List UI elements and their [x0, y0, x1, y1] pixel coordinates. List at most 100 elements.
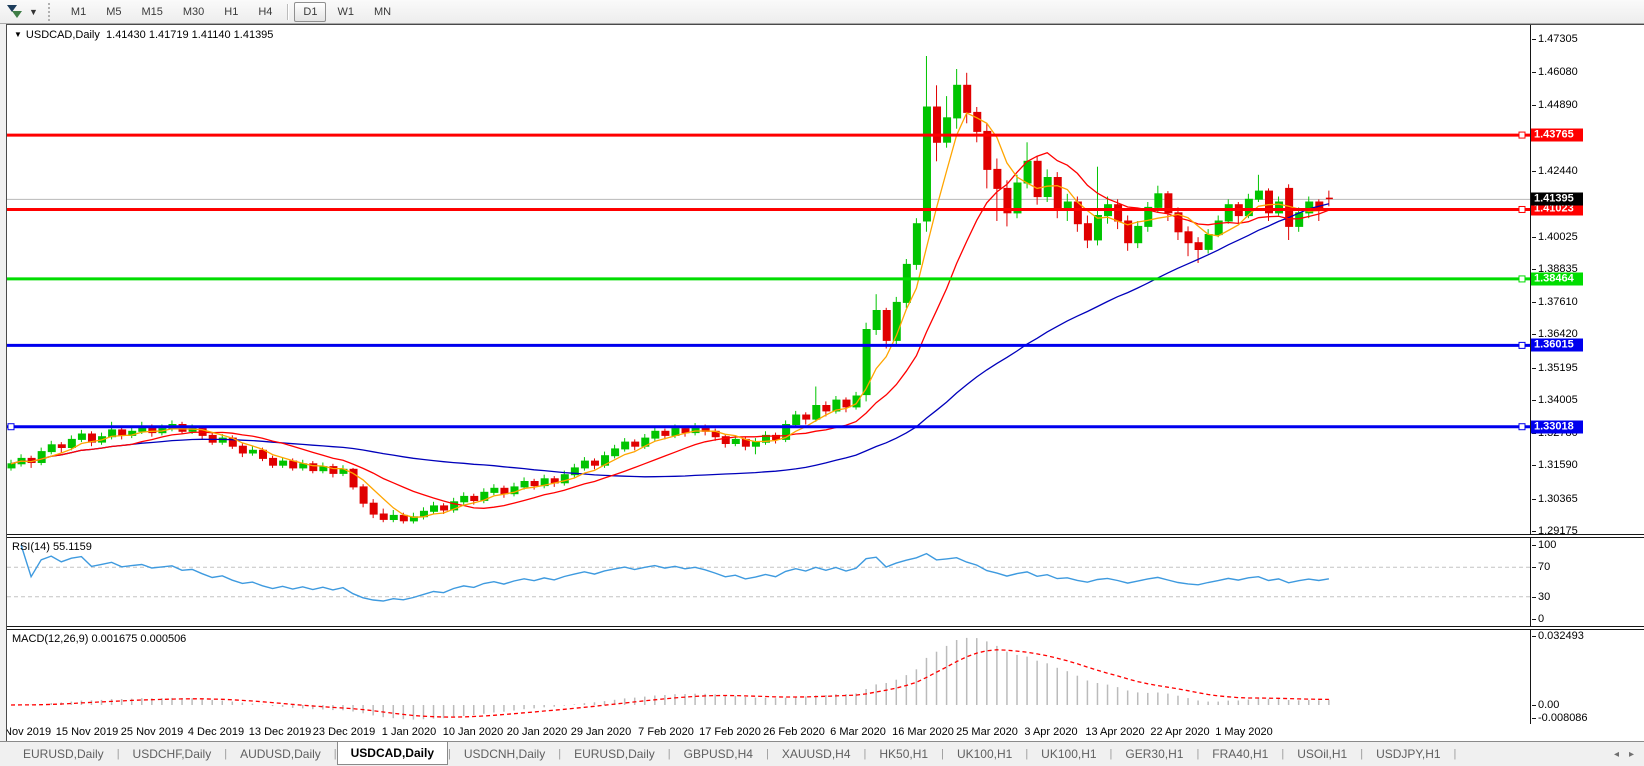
- charts-toolbar-icon[interactable]: [7, 4, 23, 20]
- toolbar-grip[interactable]: [48, 3, 55, 21]
- line-handle[interactable]: [1519, 424, 1525, 430]
- chart-tab-audusd-daily[interactable]: AUDUSD,Daily: [227, 742, 334, 765]
- rsi-axis-tick: 30: [1538, 591, 1550, 603]
- date-axis-label: 1 Jan 2020: [382, 726, 436, 738]
- date-axis-label: 26 Feb 2020: [763, 726, 825, 738]
- macd-chart[interactable]: [7, 630, 1531, 724]
- date-axis[interactable]: 6 Nov 201915 Nov 201925 Nov 20194 Dec 20…: [7, 724, 1644, 742]
- chart-tab-usdchf-daily[interactable]: USDCHF,Daily: [120, 742, 225, 765]
- tab-scroll-left-icon[interactable]: ◂: [1614, 749, 1619, 760]
- rsi-axis[interactable]: 100 70 30 0: [1531, 538, 1644, 626]
- candlestick-chart[interactable]: [7, 25, 1531, 534]
- macd-axis[interactable]: 0.032493 0.00-0.008086: [1531, 630, 1644, 724]
- macd-axis-tick: 0.00: [1538, 699, 1559, 711]
- date-axis-label: 13 Apr 2020: [1085, 726, 1144, 738]
- chart-title: ▼ USDCAD,Daily 1.41430 1.41719 1.41140 1.…: [14, 29, 273, 41]
- chart-tab-usdjpy-h1[interactable]: USDJPY,H1: [1363, 742, 1453, 765]
- chart-tab-bar: EURUSD,Daily|USDCHF,Daily|AUDUSD,Daily|U…: [0, 741, 1644, 765]
- rsi-chart[interactable]: [7, 538, 1531, 626]
- chart-ohlc-values: 1.41430 1.41719 1.41140 1.41395: [106, 29, 273, 41]
- date-axis-label: 15 Nov 2019: [56, 726, 118, 738]
- price-line-badge: 1.33018: [1531, 421, 1583, 434]
- timeframe-button-m15[interactable]: M15: [132, 2, 171, 22]
- tab-scroll-controls: ◂ ▸: [1614, 742, 1634, 766]
- date-axis-label: 3 Apr 2020: [1024, 726, 1077, 738]
- line-handle[interactable]: [1519, 132, 1525, 138]
- price-chart-panel: ▼ USDCAD,Daily 1.41430 1.41719 1.41140 1.…: [7, 25, 1644, 534]
- date-axis-label: 29 Jan 2020: [571, 726, 632, 738]
- date-axis-label: 13 Dec 2019: [249, 726, 311, 738]
- timeframe-button-h4[interactable]: H4: [249, 2, 281, 22]
- line-handle[interactable]: [1519, 206, 1525, 212]
- line-handle[interactable]: [1519, 276, 1525, 282]
- date-axis-label: 7 Feb 2020: [638, 726, 694, 738]
- chart-title-marker-icon[interactable]: ▼: [14, 30, 22, 39]
- macd-panel: MACD(12,26,9) 0.001675 0.000506 0.032493…: [7, 630, 1644, 724]
- price-axis[interactable]: 1.473051.460801.448901.436651.424401.412…: [1531, 25, 1644, 534]
- tab-scroll-right-icon[interactable]: ▸: [1629, 749, 1634, 760]
- tab-separator: |: [1454, 742, 1457, 765]
- date-axis-label: 16 Mar 2020: [892, 726, 954, 738]
- toolbar-divider: [287, 4, 288, 20]
- chart-tab-uk100-h1[interactable]: UK100,H1: [1028, 742, 1109, 765]
- timeframe-toolbar: M1M5M15M30H1H4 D1W1MN: [61, 2, 401, 22]
- timeframe-button-m1[interactable]: M1: [62, 2, 95, 22]
- price-line-badge: 1.38464: [1531, 273, 1583, 286]
- price-line-badge: 1.36015: [1531, 339, 1583, 352]
- rsi-axis-tick: 70: [1538, 561, 1550, 573]
- price-axis-tick: 1.30365: [1538, 493, 1578, 505]
- chart-tab-ger30-h1[interactable]: GER30,H1: [1112, 742, 1196, 765]
- date-axis-label: 1 May 2020: [1215, 726, 1272, 738]
- date-axis-label: 25 Mar 2020: [956, 726, 1018, 738]
- chart-tab-usdcnh-daily[interactable]: USDCNH,Daily: [451, 742, 558, 765]
- rsi-value: 55.1159: [53, 541, 92, 553]
- price-axis-tick: 1.37610: [1538, 296, 1578, 308]
- date-axis-label: 22 Apr 2020: [1150, 726, 1209, 738]
- price-axis-tick: 1.44890: [1538, 99, 1578, 111]
- line-handle[interactable]: [8, 424, 14, 430]
- rsi-title: RSI(14): [12, 541, 50, 553]
- price-axis-tick: 1.35195: [1538, 362, 1578, 374]
- date-axis-label: 10 Jan 2020: [443, 726, 504, 738]
- chart-symbol-period: USDCAD,Daily: [26, 29, 100, 41]
- timeframe-button-w1[interactable]: W1: [328, 2, 363, 22]
- line-handle[interactable]: [1519, 342, 1525, 348]
- macd-axis-tick: 0.032493: [1538, 630, 1584, 642]
- price-axis-tick: 1.47305: [1538, 33, 1578, 45]
- rsi-panel: RSI(14) 55.1159 100 70 30 0: [7, 538, 1644, 626]
- chart-tab-eurusd-daily[interactable]: EURUSD,Daily: [10, 742, 117, 765]
- date-axis-label: 6 Mar 2020: [830, 726, 886, 738]
- chart-tab-eurusd-daily[interactable]: EURUSD,Daily: [561, 742, 668, 765]
- rsi-label: RSI(14) 55.1159: [12, 541, 92, 553]
- rsi-plot[interactable]: RSI(14) 55.1159: [7, 538, 1531, 626]
- timeframe-button-d1[interactable]: D1: [294, 2, 326, 22]
- current-price-badge: 1.41395: [1531, 193, 1583, 206]
- trading-terminal: { "toolbar": { "timeframe_groups": [["M1…: [0, 0, 1644, 765]
- timeframe-button-m5[interactable]: M5: [97, 2, 130, 22]
- macd-plot[interactable]: MACD(12,26,9) 0.001675 0.000506: [7, 630, 1531, 724]
- macd-axis-tick: -0.008086: [1538, 712, 1588, 724]
- timeframe-button-h1[interactable]: H1: [215, 2, 247, 22]
- price-line-badge: 1.43765: [1531, 129, 1583, 142]
- timeframe-button-mn[interactable]: MN: [365, 2, 400, 22]
- chart-tab-xauusd-h4[interactable]: XAUUSD,H4: [769, 742, 864, 765]
- chart-tab-gbpusd-h4[interactable]: GBPUSD,H4: [671, 742, 766, 765]
- macd-title: MACD(12,26,9): [12, 633, 88, 645]
- rsi-axis-tick: 100: [1538, 539, 1556, 551]
- timeframe-button-m30[interactable]: M30: [174, 2, 213, 22]
- price-axis-tick: 1.40025: [1538, 231, 1578, 243]
- date-axis-label: 6 Nov 2019: [7, 726, 51, 738]
- macd-values: 0.001675 0.000506: [91, 633, 186, 645]
- price-axis-tick: 1.29175: [1538, 525, 1578, 534]
- rsi-axis-tick: 0: [1538, 613, 1544, 625]
- date-axis-label: 4 Dec 2019: [188, 726, 244, 738]
- chart-tab-usdcad-daily[interactable]: USDCAD,Daily: [337, 742, 448, 765]
- price-axis-tick: 1.42440: [1538, 165, 1578, 177]
- dropdown-caret-icon[interactable]: ▼: [26, 7, 41, 17]
- chart-tab-usoil-h1[interactable]: USOil,H1: [1284, 742, 1360, 765]
- price-chart-plot[interactable]: ▼ USDCAD,Daily 1.41430 1.41719 1.41140 1.…: [7, 25, 1531, 534]
- top-toolbar: ▼ M1M5M15M30H1H4 D1W1MN: [0, 0, 1644, 24]
- chart-tab-hk50-h1[interactable]: HK50,H1: [866, 742, 941, 765]
- chart-tab-uk100-h1[interactable]: UK100,H1: [944, 742, 1025, 765]
- chart-tab-fra40-h1[interactable]: FRA40,H1: [1199, 742, 1281, 765]
